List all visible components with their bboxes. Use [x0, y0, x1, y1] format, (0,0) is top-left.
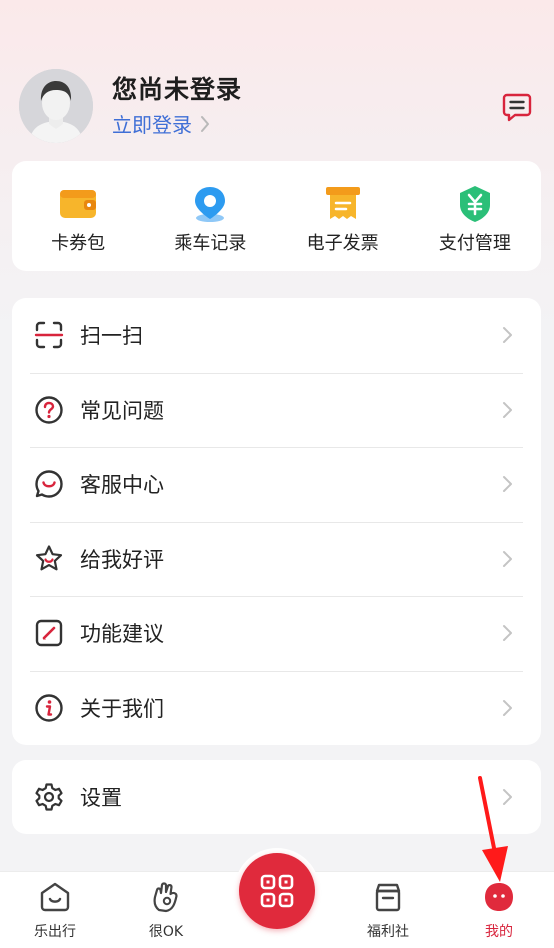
- quick-action-payment-management[interactable]: 支付管理: [409, 161, 541, 271]
- chat-smile-icon: [35, 470, 63, 498]
- menu-item-label: 给我好评: [80, 547, 164, 572]
- menu-item-settings[interactable]: 设置: [12, 760, 541, 834]
- quick-action-ride-records[interactable]: 乘车记录: [144, 161, 276, 271]
- menu-item-rate-us[interactable]: 给我好评: [12, 521, 541, 597]
- scan-icon: [34, 322, 64, 349]
- scan-qr-button[interactable]: [239, 853, 315, 929]
- info-icon: [35, 694, 63, 722]
- tab-ok[interactable]: 很OK: [126, 880, 206, 941]
- invoice-icon: [325, 187, 360, 219]
- menu-item-label: 常见问题: [80, 398, 164, 423]
- quick-action-e-invoice[interactable]: 电子发票: [277, 161, 409, 271]
- wallet-icon: [60, 190, 97, 218]
- menu-item-scan[interactable]: 扫一扫: [12, 298, 541, 373]
- tab-label: 很OK: [148, 924, 184, 940]
- tab-travel[interactable]: 乐出行: [15, 880, 95, 941]
- quick-action-label: 乘车记录: [174, 233, 247, 254]
- chevron-right-icon: [503, 550, 512, 567]
- menu-item-label: 功能建议: [80, 622, 164, 647]
- user-name: 您尚未登录: [112, 75, 243, 104]
- question-icon: [35, 396, 63, 424]
- gift-box-icon: [375, 883, 401, 912]
- tab-mine[interactable]: 我的: [459, 880, 539, 941]
- tab-label: 乐出行: [34, 924, 76, 940]
- menu-item-faq[interactable]: 常见问题: [12, 372, 541, 448]
- quick-action-label: 支付管理: [438, 233, 511, 254]
- chevron-right-icon: [503, 327, 512, 344]
- message-button[interactable]: [501, 91, 533, 123]
- menu-item-feedback[interactable]: 功能建议: [12, 596, 541, 671]
- chevron-right-icon: [503, 699, 512, 716]
- location-pin-icon: [195, 187, 226, 222]
- qr-code-icon: [260, 874, 294, 908]
- home-smile-icon: [40, 882, 70, 912]
- menu-item-label: 扫一扫: [80, 324, 143, 349]
- settings-card: 设置: [12, 760, 541, 834]
- menu-item-about-us[interactable]: 关于我们: [12, 670, 541, 746]
- chevron-right-icon: [503, 789, 512, 805]
- chevron-right-icon: [503, 476, 512, 493]
- chevron-right-icon: [503, 401, 512, 418]
- menu-card: 扫一扫 常见问题 客服中心 给我好评 功能建议 关于我们: [12, 298, 541, 745]
- chevron-right-icon: [503, 625, 512, 642]
- yuan-shield-icon: [459, 186, 490, 222]
- quick-action-label: 电子发票: [306, 233, 379, 254]
- tab-scan-center[interactable]: [234, 848, 320, 934]
- menu-item-label: 关于我们: [80, 696, 164, 721]
- chevron-right-icon: [201, 115, 209, 132]
- tab-label: 福利社: [367, 924, 409, 940]
- menu-item-label: 客服中心: [80, 473, 164, 498]
- message-icon: [502, 93, 532, 122]
- tab-label: 我的: [485, 924, 513, 940]
- tab-welfare[interactable]: 福利社: [348, 880, 428, 941]
- login-link-label[interactable]: 立即登录: [112, 109, 192, 138]
- ok-hand-icon: [153, 882, 178, 913]
- edit-icon: [35, 620, 63, 647]
- quick-actions-card: 卡券包 乘车记录 电子发票 支付管理: [12, 161, 541, 271]
- star-icon: [35, 545, 63, 571]
- login-link[interactable]: 立即登录: [112, 109, 210, 138]
- menu-item-label: 设置: [80, 786, 122, 810]
- avatar[interactable]: [19, 69, 93, 143]
- menu-item-customer-service[interactable]: 客服中心: [12, 447, 541, 522]
- profile-face-icon: [485, 883, 513, 911]
- gear-icon: [35, 783, 63, 811]
- quick-action-label: 卡券包: [51, 233, 106, 254]
- quick-action-card-wallet[interactable]: 卡券包: [12, 161, 144, 271]
